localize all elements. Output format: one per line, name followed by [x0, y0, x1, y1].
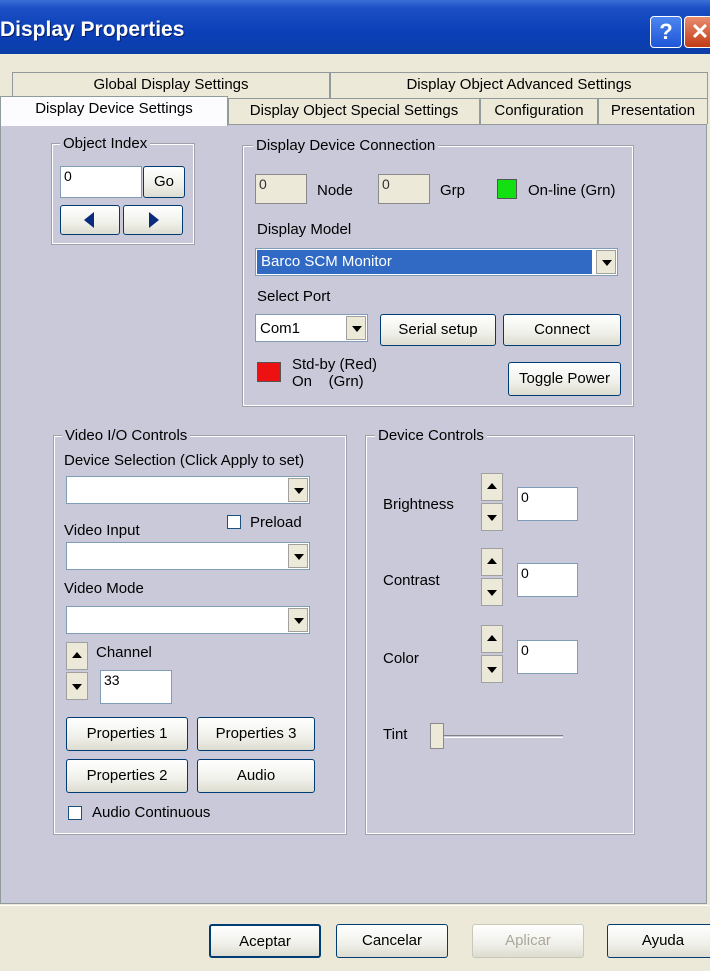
properties-2-button[interactable]: Properties 2	[66, 759, 188, 793]
arrow-left-icon	[84, 212, 94, 228]
standby-status-indicator	[257, 362, 281, 382]
display-model-select[interactable]: Barco SCM Monitor	[255, 248, 618, 276]
audio-continuous-checkbox[interactable]	[68, 806, 82, 820]
channel-input[interactable]: 33	[100, 670, 172, 704]
channel-up-button[interactable]	[66, 642, 88, 670]
serial-setup-button[interactable]: Serial setup	[380, 314, 496, 346]
grp-field: 0	[378, 174, 430, 204]
properties-3-button[interactable]: Properties 3	[197, 717, 315, 751]
video-input-label: Video Input	[64, 522, 140, 539]
properties-1-button[interactable]: Properties 1	[66, 717, 188, 751]
contrast-input[interactable]: 0	[517, 563, 578, 597]
select-port-label: Select Port	[257, 288, 331, 305]
port-value: Com1	[260, 320, 301, 337]
brightness-up-button[interactable]	[481, 473, 503, 501]
audio-continuous-label: Audio Continuous	[92, 804, 211, 821]
video-mode-select[interactable]	[66, 606, 310, 634]
tab-configuration[interactable]: Configuration	[480, 98, 598, 124]
help-button[interactable]: Ayuda	[607, 924, 710, 958]
color-down-button[interactable]	[481, 655, 503, 683]
brightness-down-button[interactable]	[481, 503, 503, 531]
video-io-label: Video I/O Controls	[62, 427, 191, 445]
standby-on-label: On (Grn)	[292, 373, 364, 390]
connect-button[interactable]: Connect	[503, 314, 621, 346]
brightness-input[interactable]: 0	[517, 487, 578, 521]
video-mode-label: Video Mode	[64, 580, 144, 597]
contrast-down-button[interactable]	[481, 578, 503, 606]
standby-label: Std-by (Red)	[292, 356, 378, 373]
device-controls-label: Device Controls	[375, 427, 487, 445]
help-icon[interactable]: ?	[650, 16, 682, 48]
contrast-label: Contrast	[383, 572, 440, 589]
color-input[interactable]: 0	[517, 640, 578, 674]
next-button[interactable]	[123, 205, 183, 235]
display-model-label: Display Model	[257, 221, 352, 238]
object-index-input[interactable]: 0	[60, 166, 142, 198]
toggle-power-button[interactable]: Toggle Power	[508, 362, 621, 396]
device-selection-select[interactable]	[66, 476, 310, 504]
port-select[interactable]: Com1	[255, 314, 368, 342]
video-input-select[interactable]	[66, 542, 310, 570]
tab-presentation[interactable]: Presentation	[598, 98, 708, 124]
tint-label: Tint	[383, 726, 408, 743]
tab-display-object-advanced-settings[interactable]: Display Object Advanced Settings	[330, 72, 708, 98]
display-model-value: Barco SCM Monitor	[257, 250, 592, 274]
go-button[interactable]: Go	[143, 166, 185, 198]
online-status-indicator	[497, 179, 517, 199]
channel-label: Channel	[96, 644, 152, 661]
preload-label: Preload	[250, 514, 302, 531]
apply-button[interactable]: Aplicar	[472, 924, 584, 958]
tab-display-object-special-settings[interactable]: Display Object Special Settings	[228, 98, 480, 124]
brightness-label: Brightness	[383, 496, 454, 513]
node-field: 0	[255, 174, 307, 204]
preload-checkbox[interactable]	[227, 515, 241, 529]
channel-down-button[interactable]	[66, 672, 88, 700]
cancel-button[interactable]: Cancelar	[336, 924, 448, 958]
device-selection-label: Device Selection (Click Apply to set)	[64, 452, 305, 469]
contrast-up-button[interactable]	[481, 548, 503, 576]
chevron-down-icon[interactable]	[596, 250, 616, 274]
tint-slider-track[interactable]	[437, 735, 563, 738]
tab-display-device-settings[interactable]: Display Device Settings	[0, 96, 228, 126]
connection-label: Display Device Connection	[253, 137, 439, 155]
audio-button[interactable]: Audio	[197, 759, 315, 793]
online-label: On-line (Grn)	[528, 182, 616, 199]
window-title: Display Properties	[0, 18, 185, 41]
chevron-down-icon[interactable]	[346, 316, 366, 340]
tint-slider-thumb[interactable]	[430, 723, 444, 749]
node-label: Node	[317, 182, 353, 199]
tab-global-display-settings[interactable]: Global Display Settings	[12, 72, 330, 98]
arrow-right-icon	[149, 212, 159, 228]
chevron-down-icon[interactable]	[288, 478, 308, 502]
color-label: Color	[383, 650, 419, 667]
grp-label: Grp	[440, 182, 466, 199]
object-index-label: Object Index	[60, 135, 151, 153]
accept-button[interactable]: Aceptar	[209, 924, 321, 958]
chevron-down-icon[interactable]	[288, 544, 308, 568]
color-up-button[interactable]	[481, 625, 503, 653]
close-icon[interactable]: ✕	[684, 16, 710, 48]
chevron-down-icon[interactable]	[288, 608, 308, 632]
previous-button[interactable]	[60, 205, 120, 235]
